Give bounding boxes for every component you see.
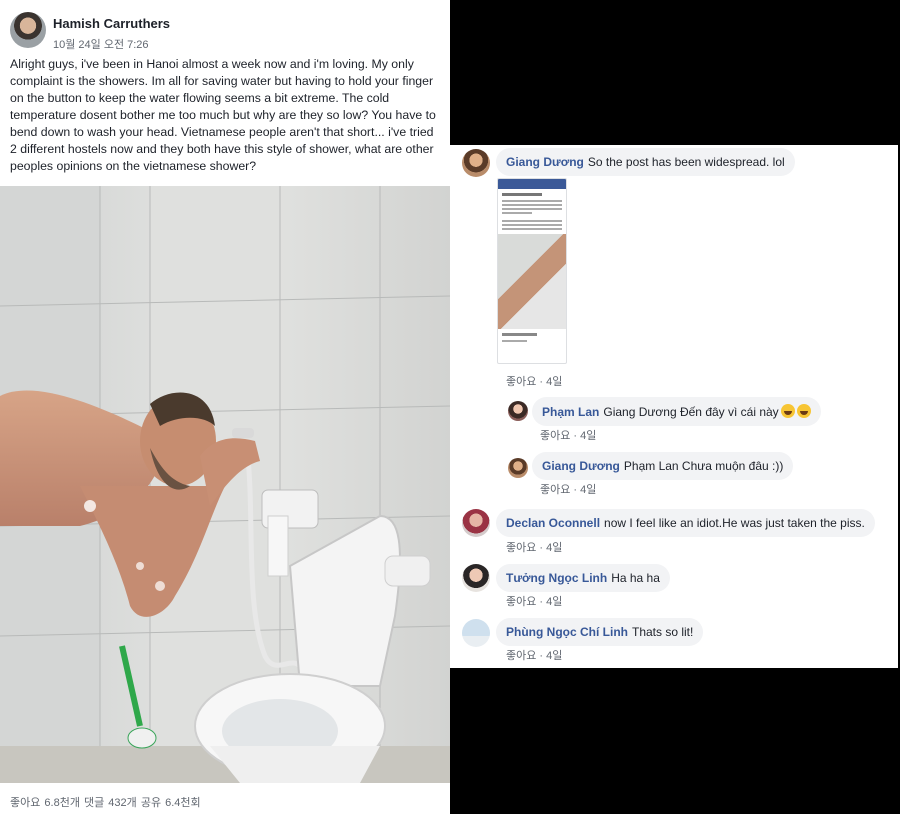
reply-bubble: Giang Dương Phạm Lan Chưa muộn đâu :)) [532, 452, 794, 480]
comments-panel: Giang Dương So the post has been widespre… [450, 145, 898, 668]
like-link[interactable]: 좋아요 [540, 484, 570, 496]
facebook-post: Hamish Carruthers 10월 24일 오전 7:26 Alrigh… [0, 0, 450, 814]
like-link[interactable]: 좋아요 [506, 650, 536, 662]
author-avatar[interactable] [10, 12, 46, 48]
comment-text: Thats so lit! [631, 625, 694, 639]
commenter-avatar[interactable] [462, 509, 490, 537]
comment-age[interactable]: 4일 [546, 376, 562, 388]
comment-age[interactable]: 4일 [546, 542, 562, 554]
like-link[interactable]: 좋아요 [506, 376, 536, 388]
comment-bubble: Giang Dương So the post has been widespre… [496, 148, 795, 176]
comment-bubble: Phùng Ngọc Chí Linh Thats so lit! [496, 618, 704, 646]
comment-meta: 좋아요 · 4일 [506, 539, 562, 555]
like-link[interactable]: 좋아요 [506, 542, 536, 554]
laughing-emoji-icon [780, 404, 795, 418]
reply-age[interactable]: 4일 [580, 484, 596, 496]
reply-meta: 좋아요 · 4일 [540, 427, 596, 443]
post-photo[interactable] [0, 186, 450, 783]
commenter-name[interactable]: Phùng Ngọc Chí Linh [506, 625, 628, 639]
comment-age[interactable]: 4일 [546, 650, 562, 662]
separator-dot: · [536, 596, 547, 608]
replier-name[interactable]: Phạm Lan [542, 405, 599, 419]
reply-meta: 좋아요 · 4일 [540, 481, 596, 497]
separator-dot: · [536, 376, 547, 388]
comment-meta: 좋아요 · 4일 [506, 373, 562, 389]
comment-meta: 좋아요 · 4일 [506, 593, 562, 609]
post-timestamp[interactable]: 10월 24일 오전 7:26 [53, 36, 149, 52]
post-engagement-stats[interactable]: 좋아요 6.8천개 댓글 432개 공유 6.4천회 [10, 794, 201, 810]
attached-screenshot[interactable] [497, 178, 567, 364]
author-name[interactable]: Hamish Carruthers [53, 16, 170, 31]
commenter-name[interactable]: Declan Oconnell [506, 516, 600, 530]
replier-name[interactable]: Giang Dương [542, 459, 620, 473]
like-link[interactable]: 좋아요 [506, 596, 536, 608]
separator-dot: · [536, 650, 547, 662]
comment-bubble: Tưởng Ngọc Linh Ha ha ha [496, 564, 670, 592]
comment-meta: 좋아요 · 4일 [506, 647, 562, 663]
commenter-avatar[interactable] [462, 564, 490, 592]
commenter-avatar[interactable] [462, 619, 490, 647]
replier-avatar[interactable] [508, 458, 528, 478]
comment-text: now I feel like an idiot.He was just tak… [604, 516, 865, 530]
reply-text: Phạm Lan Chưa muộn đâu :)) [623, 459, 784, 473]
commenter-name[interactable]: Giang Dương [506, 155, 584, 169]
comment-text: So the post has been widespread. lol [587, 155, 785, 169]
separator-dot: · [536, 542, 547, 554]
laughing-emoji-icon [796, 404, 811, 418]
shower-photo-illustration [0, 186, 450, 783]
separator-dot: · [570, 484, 581, 496]
reply-bubble: Phạm Lan Giang Dương Đến đây vì cái này [532, 397, 821, 426]
post-header: Hamish Carruthers 10월 24일 오전 7:26 [10, 12, 440, 52]
commenter-avatar[interactable] [462, 149, 490, 177]
comment-bubble: Declan Oconnell now I feel like an idiot.… [496, 509, 875, 537]
reply-text: Giang Dương Đến đây vì cái này [603, 405, 779, 419]
post-text: Alright guys, i've been in Hanoi almost … [10, 57, 436, 173]
comment-text: Ha ha ha [611, 571, 660, 585]
replier-avatar[interactable] [508, 401, 528, 421]
comment-age[interactable]: 4일 [546, 596, 562, 608]
reply-age[interactable]: 4일 [580, 430, 596, 442]
like-link[interactable]: 좋아요 [540, 430, 570, 442]
commenter-name[interactable]: Tưởng Ngọc Linh [506, 571, 607, 585]
separator-dot: · [570, 430, 581, 442]
